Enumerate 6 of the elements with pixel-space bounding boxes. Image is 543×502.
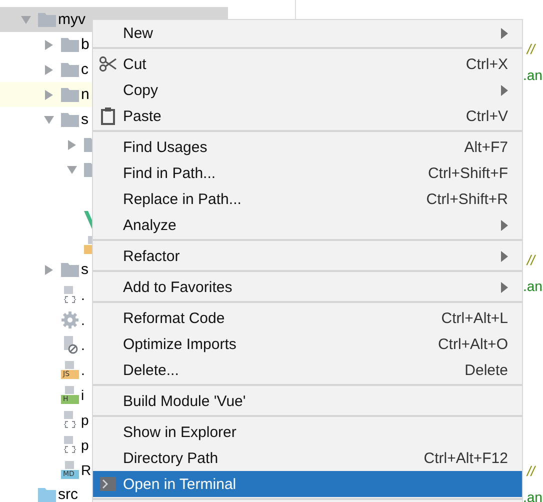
code-comment: // <box>525 251 537 270</box>
code-text: .an <box>523 488 543 502</box>
code-comment: // <box>525 40 537 59</box>
code-text: .an <box>523 277 543 296</box>
code-comment: // <box>525 462 537 481</box>
code-text: .an <box>523 66 543 85</box>
